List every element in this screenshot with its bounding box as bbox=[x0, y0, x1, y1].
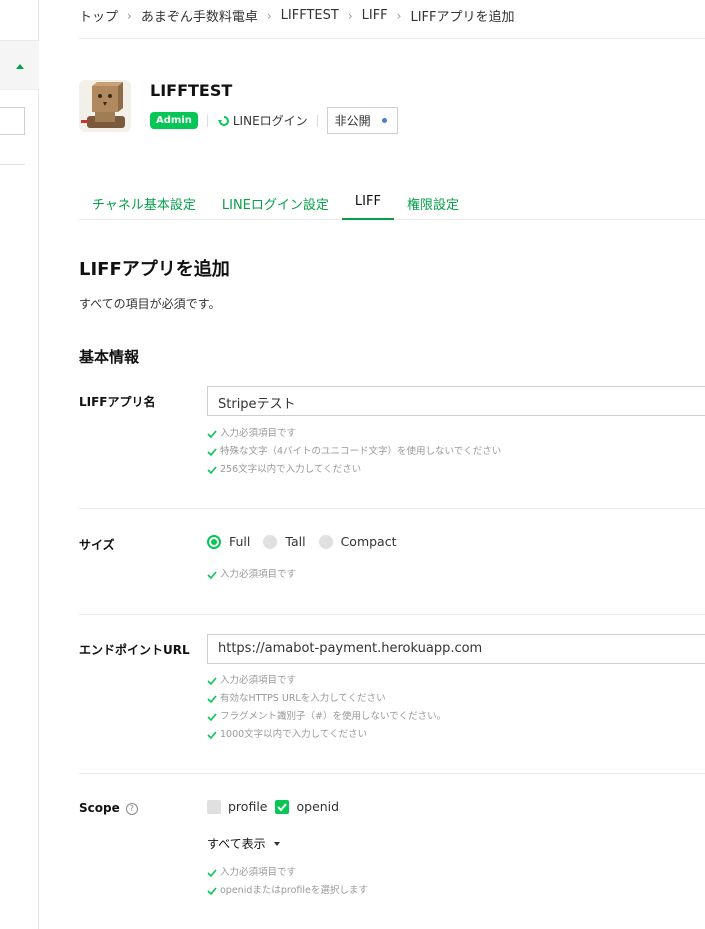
check-icon bbox=[207, 713, 217, 722]
size-hints: 入力必須項目です bbox=[207, 566, 296, 584]
admin-badge: Admin bbox=[150, 112, 198, 129]
breadcrumb-item-channel[interactable]: LIFFTEST bbox=[281, 8, 339, 23]
scope-label-text: Scope bbox=[79, 801, 120, 815]
app-name-label: LIFFアプリ名 bbox=[79, 395, 156, 409]
breadcrumb-item-top[interactable]: トップ bbox=[79, 6, 118, 25]
login-type-label: LINEログイン bbox=[232, 114, 308, 128]
check-icon bbox=[207, 869, 217, 878]
breadcrumb: トップ › あまぞん手数料電卓 › LIFFTEST › LIFF › LIFF… bbox=[79, 6, 515, 25]
size-radio-full[interactable] bbox=[207, 534, 221, 549]
section-title: 基本情報 bbox=[79, 348, 140, 366]
help-icon[interactable]: ? bbox=[125, 802, 138, 815]
show-all-toggle[interactable]: すべて表示 bbox=[207, 835, 280, 852]
hint-item: openidまたはprofileを選択します bbox=[207, 882, 368, 900]
show-all-label[interactable]: すべて表示 bbox=[207, 835, 266, 852]
field-divider bbox=[79, 614, 705, 615]
chevron-right-icon: › bbox=[347, 8, 353, 23]
scope-checkbox-profile[interactable] bbox=[207, 799, 221, 814]
chevron-right-icon: › bbox=[266, 8, 272, 23]
endpoint-hints: 入力必須項目です 有効なHTTPS URLを入力してください フラグメント識別子… bbox=[207, 672, 446, 744]
check-icon bbox=[207, 448, 217, 457]
chevron-right-icon: › bbox=[127, 8, 132, 23]
scope-checkbox-openid[interactable] bbox=[275, 799, 290, 814]
scope-checkbox-group: profile openid bbox=[207, 799, 347, 814]
scope-label: Scope? bbox=[79, 801, 138, 815]
line-login-icon bbox=[217, 115, 229, 126]
scope-option-label[interactable]: profile bbox=[228, 799, 267, 814]
scope-hints: 入力必須項目です openidまたはprofileを選択します bbox=[207, 864, 368, 900]
channel-tabs: チャネル基本設定 LINEログイン設定 LIFF 権限設定 bbox=[79, 186, 705, 220]
channel-name: LIFFTEST bbox=[150, 81, 233, 100]
check-icon bbox=[207, 571, 217, 580]
header-divider bbox=[79, 38, 705, 39]
status-dot-icon bbox=[381, 118, 387, 123]
size-label: サイズ bbox=[79, 538, 115, 552]
check-icon bbox=[207, 887, 217, 896]
tab-line-login[interactable]: LINEログイン設定 bbox=[209, 186, 342, 220]
publish-status-badge[interactable]: 非公開 bbox=[326, 107, 398, 134]
breadcrumb-item-current: LIFFアプリを追加 bbox=[410, 10, 515, 25]
hint-item: 1000文字以内で入力してください bbox=[207, 726, 446, 744]
hint-item: 入力必須項目です bbox=[207, 864, 368, 882]
endpoint-label: エンドポイントURL bbox=[79, 643, 190, 657]
size-radio-compact[interactable] bbox=[318, 534, 333, 549]
check-icon bbox=[207, 677, 217, 686]
breadcrumb-item-provider[interactable]: あまぞん手数料電卓 bbox=[141, 6, 258, 25]
app-name-hints: 入力必須項目です 特殊な文字（4バイトのユニコード文字）を使用しないでください … bbox=[207, 425, 501, 479]
caret-down-icon[interactable] bbox=[273, 841, 280, 846]
breadcrumb-item-liff[interactable]: LIFF bbox=[362, 8, 388, 23]
sidebar bbox=[0, 0, 39, 929]
hint-item: 256文字以内で入力してください bbox=[207, 461, 501, 479]
field-divider bbox=[79, 508, 705, 509]
page-subtitle: すべての項目が必須です。 bbox=[79, 297, 221, 311]
hint-item: 入力必須項目です bbox=[207, 425, 501, 443]
hint-item: 入力必須項目です bbox=[207, 672, 446, 690]
size-radio-tall[interactable] bbox=[263, 534, 278, 549]
meta-divider bbox=[316, 114, 318, 127]
tab-liff[interactable]: LIFF bbox=[341, 186, 394, 220]
tab-channel-basic[interactable]: チャネル基本設定 bbox=[79, 186, 209, 220]
publish-status-label: 非公開 bbox=[334, 114, 371, 128]
hint-item: 特殊な文字（4バイトのユニコード文字）を使用しないでください bbox=[207, 443, 501, 461]
hint-item: 有効なHTTPS URLを入力してください bbox=[207, 690, 446, 708]
size-option-label[interactable]: Full bbox=[229, 534, 250, 549]
chevron-up-icon[interactable] bbox=[16, 64, 24, 69]
check-icon bbox=[207, 695, 217, 704]
tab-permissions[interactable]: 権限設定 bbox=[394, 186, 472, 220]
meta-divider bbox=[206, 114, 208, 127]
check-icon bbox=[207, 430, 217, 439]
checkmark-icon bbox=[277, 802, 288, 811]
hint-item: フラグメント識別子（#）を使用しないでください。 bbox=[207, 708, 446, 726]
endpoint-url-input[interactable]: https://amabot-payment.herokuapp.com bbox=[207, 634, 705, 664]
channel-avatar bbox=[79, 80, 131, 132]
field-divider bbox=[79, 773, 705, 774]
check-icon bbox=[207, 466, 217, 475]
size-option-label[interactable]: Tall bbox=[285, 534, 305, 549]
sidebar-divider bbox=[0, 164, 25, 165]
check-icon bbox=[207, 731, 217, 740]
size-option-label[interactable]: Compact bbox=[341, 534, 397, 549]
channel-meta: Admin LINEログイン 非公開 bbox=[150, 107, 398, 134]
size-radio-group: Full Tall Compact bbox=[207, 534, 409, 549]
scope-option-label[interactable]: openid bbox=[296, 799, 339, 814]
sidebar-expanded-row[interactable] bbox=[0, 40, 39, 90]
hint-item: 入力必須項目です bbox=[207, 566, 296, 584]
app-name-input[interactable]: Stripeテスト bbox=[207, 386, 705, 416]
chevron-right-icon: › bbox=[396, 8, 402, 23]
sidebar-search-input[interactable] bbox=[0, 107, 25, 135]
page-title: LIFFアプリを追加 bbox=[79, 259, 230, 280]
